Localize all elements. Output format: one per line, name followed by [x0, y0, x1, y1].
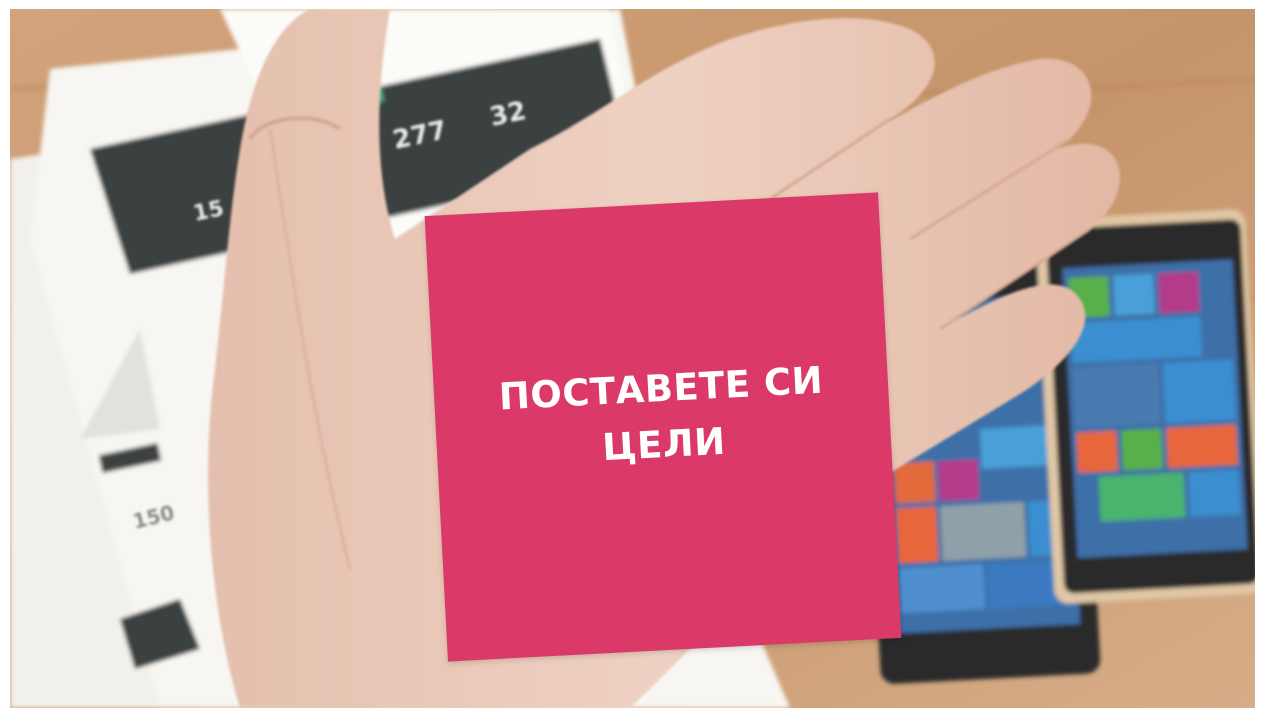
- goal-card: ПОСТАВЕТЕ СИ ЦЕЛИ: [424, 192, 902, 662]
- card-title: ПОСТАВЕТЕ СИ ЦЕЛИ: [470, 351, 855, 483]
- photo-frame: 277 32 15 150 ПОСТАВЕТЕ СИ ЦЕЛИ: [10, 9, 1255, 708]
